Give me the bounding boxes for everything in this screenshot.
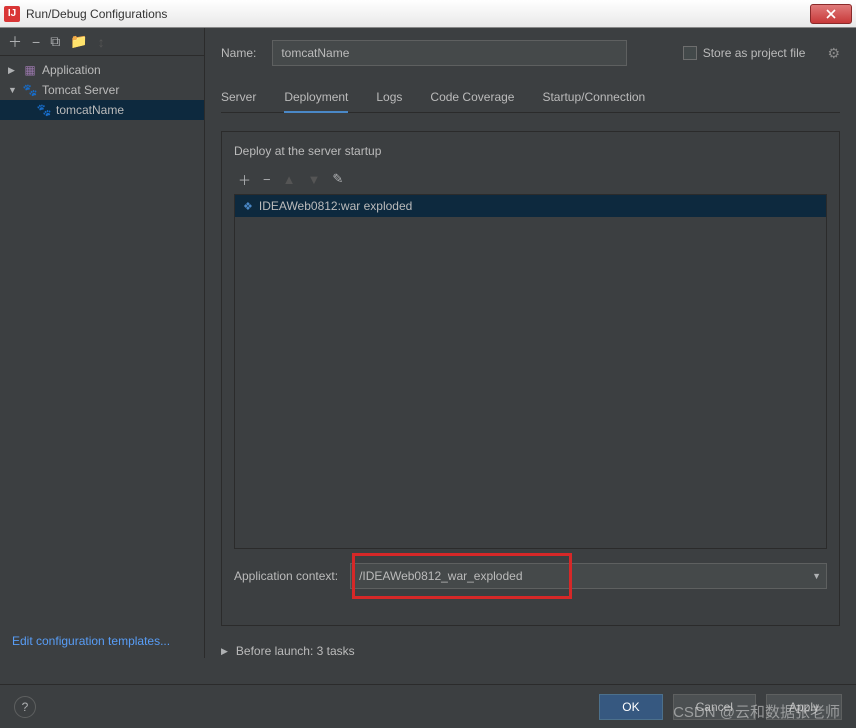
content-panel: Name: Store as project file ⚙ Server Dep… bbox=[205, 28, 856, 658]
tab-server[interactable]: Server bbox=[221, 84, 256, 112]
chevron-right-icon: ▶ bbox=[8, 65, 18, 76]
tab-startup[interactable]: Startup/Connection bbox=[542, 84, 645, 112]
sort-icon[interactable]: ↕ bbox=[98, 34, 105, 50]
add-icon[interactable]: ＋ bbox=[8, 32, 22, 52]
remove-icon[interactable]: − bbox=[263, 172, 271, 187]
store-label: Store as project file bbox=[703, 46, 806, 60]
titlebar: IJ Run/Debug Configurations bbox=[0, 0, 856, 28]
sidebar-toolbar: ＋ − ⧉ 📁 ↕ bbox=[0, 28, 204, 56]
folder-icon[interactable]: 📁 bbox=[70, 33, 87, 50]
tab-deployment[interactable]: Deployment bbox=[284, 84, 348, 112]
ok-button[interactable]: OK bbox=[599, 694, 662, 720]
tomcat-icon: 🐾 bbox=[22, 83, 38, 97]
artifact-label: IDEAWeb0812:war exploded bbox=[259, 199, 412, 213]
cancel-button[interactable]: Cancel bbox=[673, 694, 756, 720]
apply-button[interactable]: Apply bbox=[766, 694, 842, 720]
name-input[interactable] bbox=[272, 40, 627, 66]
app-icon: IJ bbox=[4, 6, 20, 22]
edit-templates-row: Edit configuration templates... bbox=[0, 624, 204, 658]
app-context-input[interactable] bbox=[350, 563, 827, 589]
deploy-section: Deploy at the server startup ＋ − ▲ ▼ ✎ ❖… bbox=[221, 131, 840, 626]
bottom-bar: ? OK Cancel Apply bbox=[0, 684, 856, 728]
tree-node-tomcat[interactable]: ▼ 🐾 Tomcat Server bbox=[0, 80, 204, 100]
up-icon[interactable]: ▲ bbox=[283, 172, 296, 187]
checkbox-icon[interactable] bbox=[683, 46, 697, 60]
down-icon[interactable]: ▼ bbox=[307, 172, 320, 187]
name-label: Name: bbox=[221, 46, 256, 60]
tab-coverage[interactable]: Code Coverage bbox=[430, 84, 514, 112]
tree-node-application[interactable]: ▶ ▦ Application bbox=[0, 60, 204, 80]
tree-label: tomcatName bbox=[56, 103, 124, 117]
before-launch-row[interactable]: ▶ Before launch: 3 tasks bbox=[221, 644, 840, 658]
main-layout: ＋ − ⧉ 📁 ↕ ▶ ▦ Application ▼ 🐾 Tomcat Ser… bbox=[0, 28, 856, 658]
remove-icon[interactable]: − bbox=[32, 34, 40, 50]
tabs: Server Deployment Logs Code Coverage Sta… bbox=[221, 84, 840, 113]
edit-templates-link[interactable]: Edit configuration templates... bbox=[12, 634, 170, 648]
help-button[interactable]: ? bbox=[14, 696, 36, 718]
gear-icon[interactable]: ⚙ bbox=[827, 45, 840, 62]
artifact-item[interactable]: ❖ IDEAWeb0812:war exploded bbox=[235, 195, 826, 217]
tree-node-config[interactable]: 🐾 tomcatName bbox=[0, 100, 204, 120]
artifact-icon: ❖ bbox=[243, 200, 253, 213]
tomcat-icon: 🐾 bbox=[36, 103, 52, 117]
store-as-project-file[interactable]: Store as project file bbox=[683, 46, 806, 60]
window-title: Run/Debug Configurations bbox=[26, 7, 810, 21]
copy-icon[interactable]: ⧉ bbox=[50, 33, 60, 50]
config-tree: ▶ ▦ Application ▼ 🐾 Tomcat Server 🐾 tomc… bbox=[0, 56, 204, 624]
app-context-label: Application context: bbox=[234, 569, 338, 583]
tree-label: Tomcat Server bbox=[42, 83, 119, 97]
tree-label: Application bbox=[42, 63, 101, 77]
close-icon bbox=[825, 9, 837, 19]
sidebar: ＋ − ⧉ 📁 ↕ ▶ ▦ Application ▼ 🐾 Tomcat Ser… bbox=[0, 28, 205, 658]
add-icon[interactable]: ＋ bbox=[238, 170, 251, 189]
chevron-down-icon: ▼ bbox=[8, 85, 18, 95]
tab-logs[interactable]: Logs bbox=[376, 84, 402, 112]
app-context-row: Application context: ▼ bbox=[234, 563, 827, 589]
name-row: Name: Store as project file ⚙ bbox=[221, 40, 840, 66]
application-icon: ▦ bbox=[22, 63, 38, 77]
close-button[interactable] bbox=[810, 4, 852, 24]
artifact-list[interactable]: ❖ IDEAWeb0812:war exploded bbox=[234, 194, 827, 549]
chevron-right-icon: ▶ bbox=[221, 646, 228, 657]
deploy-heading: Deploy at the server startup bbox=[234, 144, 827, 158]
edit-icon[interactable]: ✎ bbox=[332, 171, 343, 187]
deploy-toolbar: ＋ − ▲ ▼ ✎ bbox=[234, 168, 827, 190]
before-launch-label: Before launch: 3 tasks bbox=[236, 644, 355, 658]
app-context-combo[interactable]: ▼ bbox=[350, 563, 827, 589]
